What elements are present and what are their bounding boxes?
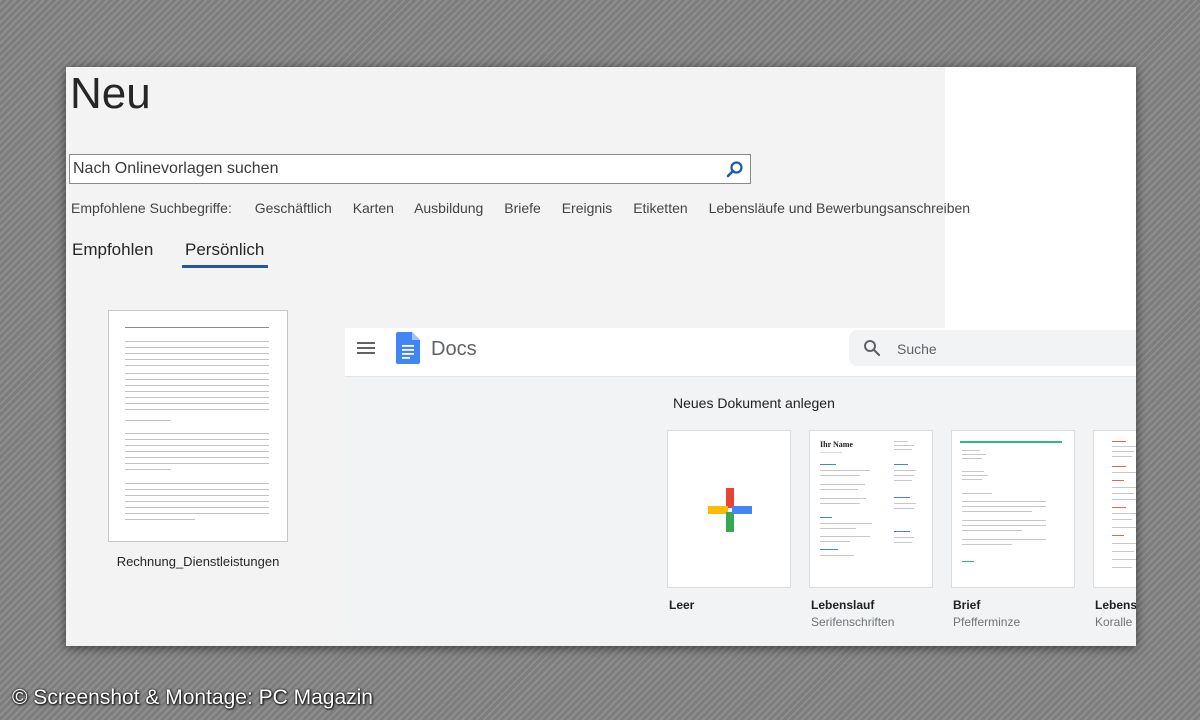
template-thumbnail[interactable] [108, 310, 288, 542]
suggested-term-ereignis[interactable]: Ereignis [562, 200, 613, 216]
template-label-blank: Leer [669, 598, 695, 612]
suggested-term-briefe[interactable]: Briefe [504, 200, 541, 216]
suggested-terms-label: Empfohlene Suchbegriffe: [71, 200, 232, 216]
docs-logo-icon [396, 332, 420, 364]
main-menu-icon[interactable] [357, 340, 375, 356]
docs-search-placeholder: Suche [897, 341, 937, 357]
suggested-term-etiketten[interactable]: Etiketten [633, 200, 687, 216]
search-icon[interactable] [726, 160, 744, 178]
docs-app-name: Docs [431, 338, 477, 360]
image-credit: © Screenshot & Montage: PC Magazin [12, 686, 373, 709]
template-card-letter[interactable] [951, 430, 1075, 588]
template-label-letter: Brief [953, 598, 981, 612]
template-label-resume-coral: Lebens [1095, 598, 1136, 612]
template-card-resume[interactable]: Ihr Name [809, 430, 933, 588]
tab-persoenlich[interactable]: Persönlich [181, 240, 269, 268]
template-label-resume: Lebenslauf [811, 598, 875, 612]
template-search-box [69, 154, 751, 184]
docs-header: Docs Suche [345, 328, 1136, 377]
plus-icon [708, 488, 752, 532]
tab-empfohlen[interactable]: Empfohlen [72, 240, 153, 260]
google-docs-panel: Docs Suche Neues Dokument anlegen Ihr Na… [345, 328, 1136, 638]
page-title: Neu [70, 69, 151, 118]
suggested-term-ausbildung[interactable]: Ausbildung [414, 200, 483, 216]
resume-preview-heading: Ihr Name [820, 440, 853, 449]
search-icon[interactable] [863, 339, 881, 357]
template-card-blank[interactable] [667, 430, 791, 588]
template-card-resume-coral[interactable] [1093, 430, 1136, 588]
suggested-term-geschaeftlich[interactable]: Geschäftlich [255, 200, 332, 216]
docs-search-bar[interactable]: Suche [849, 330, 1136, 366]
suggested-term-lebenslaeufe[interactable]: Lebensläufe und Bewerbungsanschreiben [709, 200, 971, 216]
suggested-search-terms: Empfohlene Suchbegriffe: Geschäftlich Ka… [71, 200, 987, 216]
template-subtitle-resume-coral: Koralle [1095, 615, 1133, 629]
template-search-input[interactable] [70, 155, 713, 183]
template-subtitle-resume: Serifenschriften [811, 615, 895, 629]
new-document-heading: Neues Dokument anlegen [673, 395, 835, 411]
template-name: Rechnung_Dienstleistungen [116, 554, 280, 569]
template-subtitle-letter: Pfefferminze [953, 615, 1021, 629]
backdrop-strip [945, 67, 1136, 328]
suggested-term-karten[interactable]: Karten [353, 200, 394, 216]
